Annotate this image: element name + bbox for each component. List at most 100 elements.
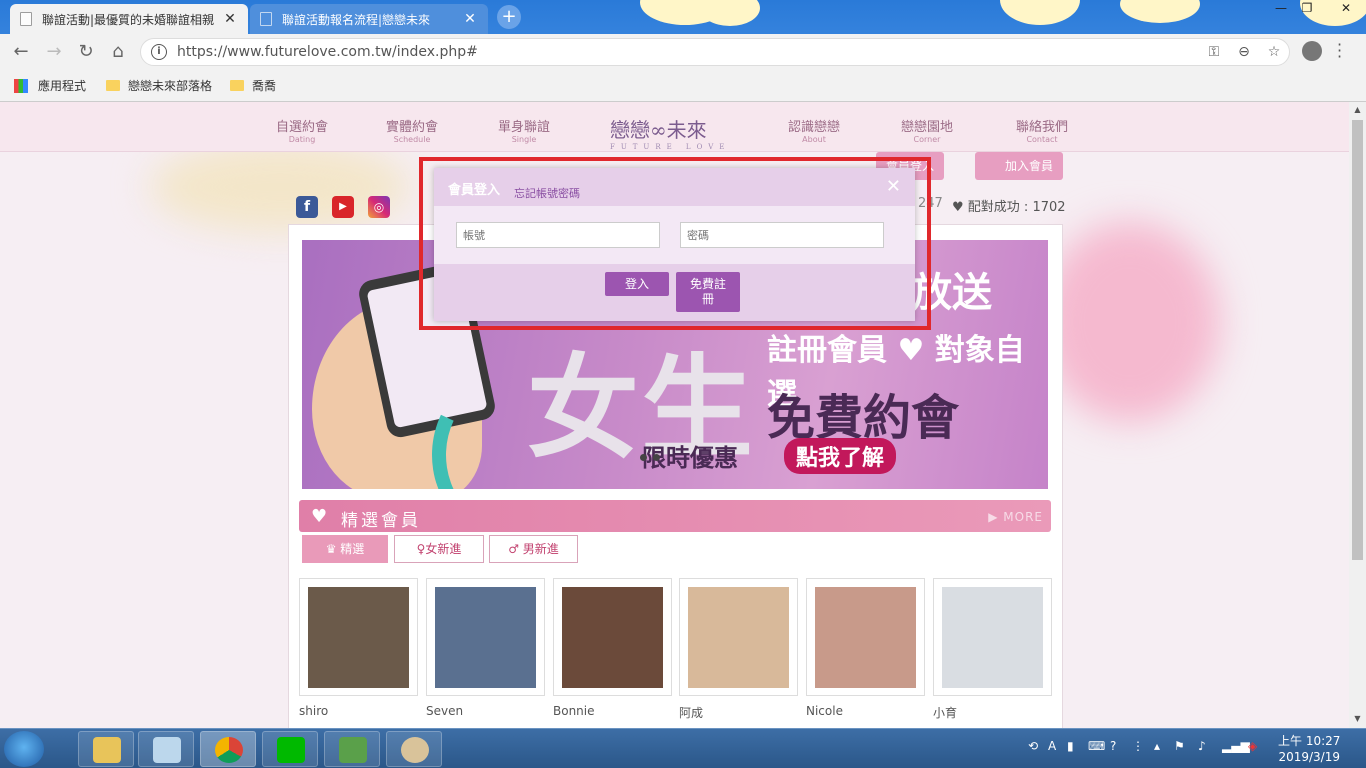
modal-footer: 登入 免費註冊 bbox=[434, 264, 915, 321]
register-button[interactable]: 免費註冊 bbox=[676, 272, 740, 312]
member-card[interactable] bbox=[806, 578, 925, 696]
filter-new-male[interactable]: ♂ 男新進 bbox=[489, 535, 578, 563]
filter-new-female[interactable]: ♀女新進 bbox=[394, 535, 484, 563]
banner-cta[interactable]: 點我了解 bbox=[784, 438, 897, 474]
taskbar-paint[interactable] bbox=[386, 731, 442, 767]
bookmark-qiaoqiao[interactable]: 喬喬 bbox=[230, 77, 276, 94]
carousel-dots[interactable] bbox=[640, 454, 660, 461]
member-photo[interactable] bbox=[942, 587, 1043, 688]
featured-section-header: ♥ 精選會員 ▶ MORE bbox=[299, 500, 1051, 532]
carousel-dot[interactable] bbox=[640, 454, 647, 461]
account-input[interactable] bbox=[456, 222, 660, 248]
nav-about[interactable]: 認識戀戀 About bbox=[788, 116, 840, 144]
tray-ime-icon[interactable]: A bbox=[1048, 739, 1056, 753]
tray-flag-icon[interactable]: ⚑ bbox=[1174, 739, 1185, 753]
line-icon bbox=[277, 737, 305, 763]
member-name[interactable]: Bonnie bbox=[553, 704, 595, 718]
tray-help-icon[interactable]: ? bbox=[1110, 739, 1116, 753]
taskbar-notepad[interactable] bbox=[138, 731, 194, 767]
filter-featured[interactable]: ♛ 精選 bbox=[302, 535, 388, 563]
more-link[interactable]: ▶ MORE bbox=[988, 510, 1043, 524]
taskbar-clock[interactable]: 上午 10:27 2019/3/19 bbox=[1278, 733, 1340, 765]
back-button[interactable]: ← bbox=[10, 41, 32, 63]
tray-signal-icon[interactable]: ▂▄▆ bbox=[1222, 739, 1250, 753]
bookmark-blog[interactable]: 戀戀未來部落格 bbox=[106, 77, 212, 94]
taskbar-app[interactable] bbox=[324, 731, 380, 767]
member-name[interactable]: Nicole bbox=[806, 704, 843, 718]
close-tab-icon[interactable]: ✕ bbox=[462, 11, 478, 27]
join-member-button[interactable]: 加入會員 bbox=[975, 152, 1063, 180]
instagram-icon[interactable]: ◎ bbox=[368, 196, 390, 218]
member-card[interactable] bbox=[933, 578, 1052, 696]
member-card[interactable] bbox=[426, 578, 545, 696]
page-scrollbar[interactable]: ▲ ▼ bbox=[1349, 102, 1366, 728]
scroll-up-icon[interactable]: ▲ bbox=[1349, 105, 1366, 114]
tray-volume-icon[interactable]: ♪ bbox=[1198, 739, 1206, 753]
new-tab-button[interactable]: + bbox=[497, 5, 521, 29]
decor-flower bbox=[150, 142, 410, 232]
tray-ime-mode-icon[interactable]: ▮ bbox=[1067, 739, 1074, 753]
forgot-password-link[interactable]: 忘記帳號密碼 bbox=[514, 185, 580, 201]
nav-dating[interactable]: 自選約會 Dating bbox=[276, 116, 328, 144]
taskbar-explorer[interactable] bbox=[78, 731, 134, 767]
member-card[interactable] bbox=[679, 578, 798, 696]
site-info-icon[interactable]: i bbox=[151, 44, 167, 60]
start-button[interactable] bbox=[4, 731, 44, 767]
close-icon[interactable]: ✕ bbox=[886, 176, 901, 197]
carousel-dot[interactable] bbox=[653, 454, 660, 461]
nav-contact[interactable]: 聯絡我們 Contact bbox=[1016, 116, 1068, 144]
nav-corner[interactable]: 戀戀園地 Corner bbox=[901, 116, 953, 144]
decor-cloud bbox=[700, 0, 760, 26]
password-input[interactable] bbox=[680, 222, 884, 248]
restore-button[interactable]: ❐ bbox=[1294, 0, 1320, 18]
nav-schedule[interactable]: 實體約會 Schedule bbox=[386, 116, 438, 144]
youtube-icon[interactable]: ▶ bbox=[332, 196, 354, 218]
bookmark-apps[interactable]: 應用程式 bbox=[14, 77, 86, 94]
address-bar[interactable]: i https://www.futurelove.com.tw/index.ph… bbox=[140, 38, 1290, 66]
minimize-button[interactable]: — bbox=[1268, 0, 1294, 18]
member-photo[interactable] bbox=[562, 587, 663, 688]
key-icon[interactable]: ⚿ bbox=[1199, 44, 1229, 60]
menu-kebab-icon[interactable]: · · · bbox=[1337, 37, 1347, 65]
more-label: MORE bbox=[1003, 510, 1043, 524]
forward-button[interactable]: → bbox=[43, 41, 65, 63]
account-avatar-icon[interactable] bbox=[1302, 41, 1322, 61]
tab-registration-process[interactable]: 聯誼活動報名流程|戀戀未來 ✕ bbox=[250, 4, 488, 34]
member-card[interactable] bbox=[553, 578, 672, 696]
login-button[interactable]: 登入 bbox=[605, 272, 669, 296]
close-window-button[interactable]: ✕ bbox=[1330, 0, 1362, 18]
tray-keyboard-icon[interactable]: ⌨ bbox=[1088, 739, 1105, 753]
tab-futurelove-home[interactable]: 聯誼活動|最優質的未婚聯誼相親 ✕ bbox=[10, 4, 248, 34]
reload-button[interactable]: ↻ bbox=[75, 41, 97, 63]
tray-options-icon[interactable]: ⋮ bbox=[1132, 739, 1144, 753]
taskbar-chrome[interactable] bbox=[200, 731, 256, 767]
bookmark-star-icon[interactable]: ☆ bbox=[1259, 44, 1289, 60]
bookmark-label: 喬喬 bbox=[252, 79, 277, 93]
tray-antivirus-icon[interactable]: ◈ bbox=[1248, 739, 1257, 753]
taskbar-line[interactable] bbox=[262, 731, 318, 767]
member-name[interactable]: 阿成 bbox=[679, 704, 703, 721]
site-logo[interactable]: 戀戀∞未來 FUTURE LOVE bbox=[610, 114, 730, 151]
url-text[interactable]: https://www.futurelove.com.tw/index.php# bbox=[177, 44, 1199, 60]
member-card[interactable] bbox=[299, 578, 418, 696]
crown-icon: ♛ bbox=[325, 542, 341, 556]
home-button[interactable]: ⌂ bbox=[107, 41, 129, 63]
member-photo[interactable] bbox=[815, 587, 916, 688]
decor-cloud bbox=[1120, 0, 1200, 23]
scroll-down-icon[interactable]: ▼ bbox=[1349, 714, 1366, 723]
member-photo[interactable] bbox=[308, 587, 409, 688]
nav-sublabel: Single bbox=[511, 135, 537, 144]
tray-network-icon[interactable]: ⟲ bbox=[1028, 739, 1038, 753]
member-name[interactable]: Seven bbox=[426, 704, 463, 718]
member-name[interactable]: shiro bbox=[299, 704, 328, 718]
member-name[interactable]: 小育 bbox=[933, 704, 957, 721]
page-icon bbox=[260, 12, 272, 26]
zoom-icon[interactable]: ⊖ bbox=[1229, 44, 1259, 60]
facebook-icon[interactable]: f bbox=[296, 196, 318, 218]
close-tab-icon[interactable]: ✕ bbox=[222, 11, 238, 27]
member-photo[interactable] bbox=[688, 587, 789, 688]
scrollbar-thumb[interactable] bbox=[1352, 120, 1363, 560]
nav-single[interactable]: 單身聯誼 Single bbox=[498, 116, 550, 144]
tray-expand-icon[interactable]: ▴ bbox=[1154, 739, 1160, 753]
member-photo[interactable] bbox=[435, 587, 536, 688]
